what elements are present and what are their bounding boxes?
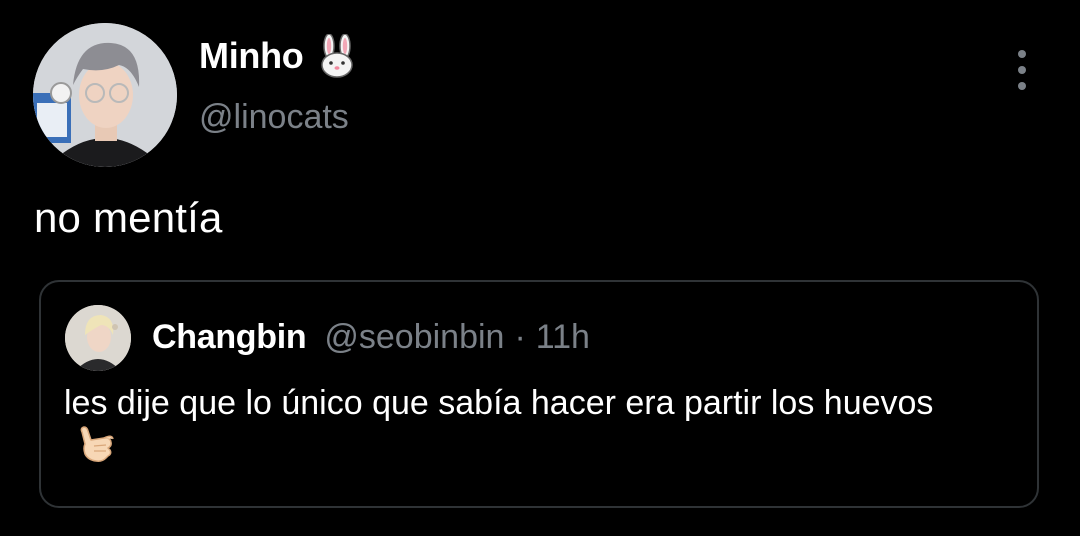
quoted-author-name[interactable]: Changbin (152, 318, 307, 357)
author-handle[interactable]: @linocats (199, 98, 349, 137)
quoted-tweet-text-content: les dije que lo único que sabía hacer er… (64, 384, 934, 422)
author-name[interactable]: Minho (199, 35, 304, 77)
header-separator: · (514, 318, 526, 356)
call-me-hand-icon (80, 426, 114, 462)
quoted-tweet-header: Changbin @seobinbin · 11h (152, 318, 590, 357)
more-vertical-icon-dot (1018, 82, 1026, 90)
quoted-tweet-time[interactable]: 11h (536, 318, 590, 357)
more-vertical-icon-dot (1018, 66, 1026, 74)
author-name-row[interactable]: Minho (199, 33, 357, 79)
author-avatar[interactable] (33, 23, 177, 167)
more-options-button[interactable] (1006, 50, 1038, 90)
quoted-tweet[interactable]: Changbin @seobinbin · 11h les dije que l… (39, 280, 1039, 508)
quoted-author-handle[interactable]: @seobinbin (324, 318, 504, 357)
tweet[interactable]: Minho @linocats no mentía Changbin @seob… (0, 0, 1080, 536)
more-vertical-icon (1018, 50, 1026, 58)
rabbit-face-icon (321, 34, 354, 78)
quoted-author-avatar[interactable] (65, 305, 131, 371)
tweet-text: no mentía (34, 194, 223, 241)
quoted-tweet-text: les dije que lo único que sabía hacer er… (64, 382, 964, 466)
